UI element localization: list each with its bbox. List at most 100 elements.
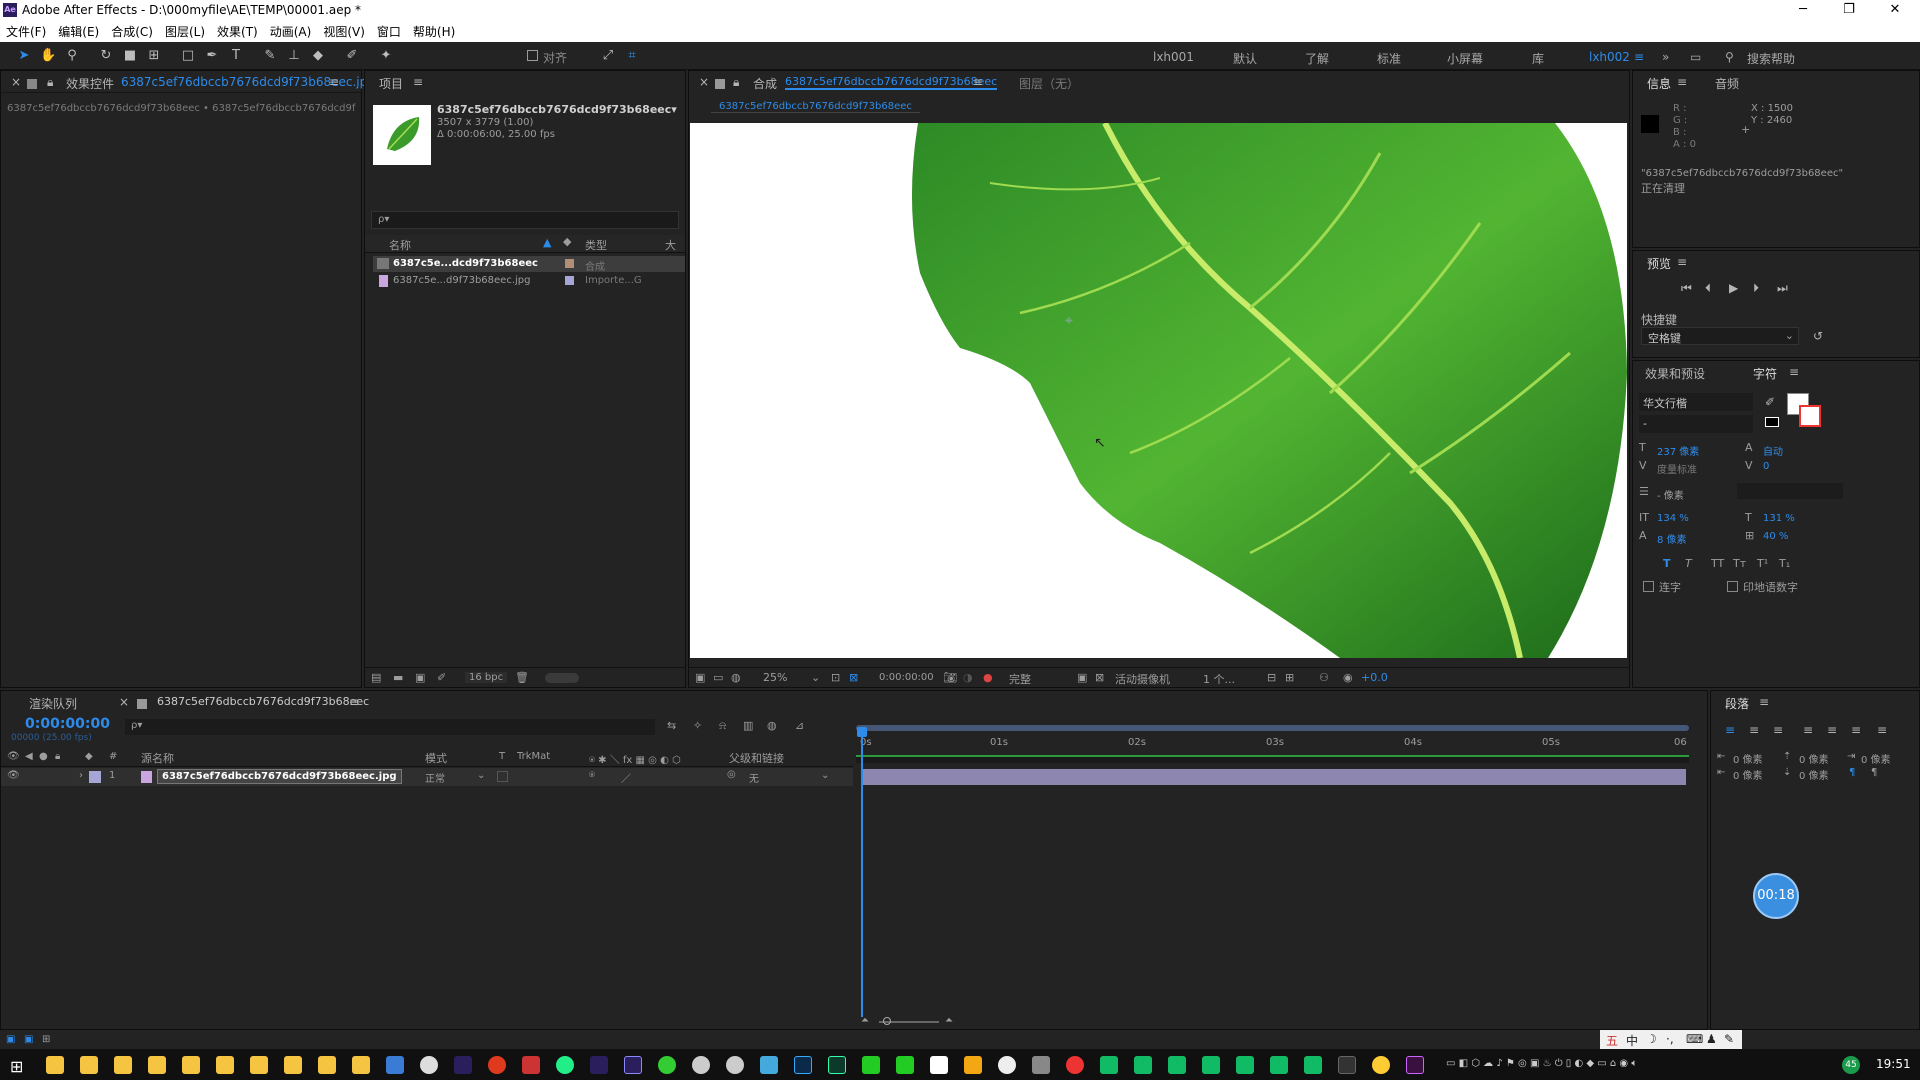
- app-icon[interactable]: [1304, 1056, 1322, 1074]
- paragraph-tab[interactable]: 段落: [1725, 695, 1749, 712]
- app-icon[interactable]: [1236, 1056, 1254, 1074]
- horizontal-scale-value[interactable]: 131 %: [1763, 513, 1795, 524]
- time-ruler[interactable]: 0s 01s 02s 03s 04s 05s 06: [856, 725, 1689, 765]
- menu-animation[interactable]: 动画(A): [264, 20, 318, 40]
- stroke-type-select[interactable]: [1737, 483, 1843, 499]
- in-out-icon[interactable]: ⊞: [42, 1034, 50, 1045]
- play-icon[interactable]: ▶: [1729, 281, 1738, 295]
- align-checkbox[interactable]: [527, 50, 538, 61]
- pick-whip-icon[interactable]: ◎: [727, 769, 736, 780]
- project-tab[interactable]: 项目: [379, 75, 403, 92]
- audition-icon[interactable]: [828, 1056, 846, 1074]
- comp-mini-flowchart-icon[interactable]: ⇆: [667, 719, 676, 732]
- fit-icon[interactable]: ⊡: [831, 671, 840, 684]
- windows-start-icon[interactable]: ⊞: [10, 1057, 23, 1076]
- app-icon[interactable]: [1168, 1056, 1186, 1074]
- minimize-button[interactable]: ─: [1780, 1, 1826, 19]
- folder-icon[interactable]: [284, 1056, 302, 1074]
- workspace-menu-icon[interactable]: ≡: [1634, 50, 1644, 64]
- timeline-timecode[interactable]: 0:00:00:00: [25, 716, 110, 732]
- safe-margins-icon[interactable]: ⊠: [849, 671, 858, 684]
- app-icon[interactable]: [1066, 1056, 1084, 1074]
- type-tool-icon[interactable]: T: [228, 48, 244, 64]
- toggle-pixel-icon[interactable]: ⊟: [1267, 671, 1276, 684]
- selection-tool-icon[interactable]: ➤: [16, 48, 32, 64]
- justify-center-icon[interactable]: ≡: [1827, 723, 1837, 737]
- tsume-value[interactable]: 40 %: [1763, 531, 1788, 542]
- render-queue-tab[interactable]: 渲染队列: [29, 695, 77, 712]
- label-color-swatch[interactable]: [565, 276, 574, 285]
- work-area-bar[interactable]: [856, 725, 1689, 731]
- system-tray-icons[interactable]: ▭ ◧ ⬡ ☁ ♪ ⚑ ◎ ▣ ♨ ⏻ ▯ ◐ ◆ ▭ ⌂ ◉ 🔈︎: [1446, 1058, 1637, 1069]
- menu-file[interactable]: 文件(F): [0, 20, 52, 40]
- folder-icon[interactable]: [46, 1056, 64, 1074]
- folder-icon[interactable]: [216, 1056, 234, 1074]
- layer-switches-icon[interactable]: ▣: [6, 1034, 15, 1045]
- exposure-value[interactable]: +0.0: [1361, 671, 1388, 684]
- workspace-lxh001[interactable]: lxh001: [1153, 50, 1194, 64]
- snap-icon[interactable]: ⤢: [600, 48, 616, 64]
- app-icon[interactable]: [556, 1056, 574, 1074]
- close-tab-icon[interactable]: ×: [699, 75, 709, 89]
- photoshop-icon[interactable]: [794, 1056, 812, 1074]
- browser-icon[interactable]: [420, 1056, 438, 1074]
- hand-tool-icon[interactable]: ✋: [40, 48, 56, 64]
- ime-bar[interactable]: 五 中 ☽ ·, ⌨ ♟ ✎: [1600, 1030, 1742, 1049]
- rotate-tool-icon[interactable]: ↻: [98, 48, 114, 64]
- workspace-small-screen[interactable]: 小屏幕: [1447, 50, 1483, 67]
- layer-label-swatch[interactable]: [89, 771, 101, 783]
- motion-blur-icon[interactable]: ◍: [767, 719, 777, 732]
- preserve-transparency-checkbox[interactable]: [497, 771, 508, 782]
- app-icon[interactable]: [1134, 1056, 1152, 1074]
- menu-composition[interactable]: 合成(C): [105, 20, 159, 40]
- app-icon[interactable]: [1100, 1056, 1118, 1074]
- vertical-scale-value[interactable]: 134 %: [1657, 513, 1689, 524]
- faux-bold-button[interactable]: T: [1663, 557, 1671, 570]
- layer-name[interactable]: 6387c5ef76dbccb7676dcd9f73b68eec.jpg: [157, 769, 402, 784]
- rtl-icon[interactable]: ¶: [1871, 767, 1877, 778]
- faux-italic-button[interactable]: T: [1685, 557, 1692, 570]
- chevron-down-icon[interactable]: ⌄: [477, 770, 485, 781]
- flowchart-icon[interactable]: ⚇: [1319, 671, 1329, 684]
- align-left-icon[interactable]: ≡: [1725, 723, 1735, 737]
- col-type[interactable]: 类型: [585, 237, 607, 253]
- effects-tab-label[interactable]: 效果控件: [66, 75, 114, 92]
- mode-col[interactable]: 模式: [425, 750, 447, 766]
- comp-tab-label[interactable]: 合成: [753, 75, 777, 92]
- app-icon[interactable]: [964, 1056, 982, 1074]
- effects-presets-tab[interactable]: 效果和预设: [1645, 365, 1705, 382]
- playhead-icon[interactable]: [857, 727, 867, 737]
- timeline-comp-tab[interactable]: 6387c5ef76dbccb7676dcd9f73b68eec: [157, 695, 369, 708]
- folder-icon[interactable]: [250, 1056, 268, 1074]
- last-frame-icon[interactable]: ⏭: [1777, 281, 1788, 296]
- pan-behind-tool-icon[interactable]: ⊞: [146, 48, 162, 64]
- visibility-toggle-icon[interactable]: 👁︎: [7, 770, 20, 781]
- delete-icon[interactable]: 🗑︎: [515, 671, 529, 684]
- brush-tool-icon[interactable]: ✎: [262, 48, 278, 64]
- reset-icon[interactable]: ↺: [1813, 329, 1823, 343]
- region-icon[interactable]: ▣: [1077, 671, 1087, 684]
- app-icon[interactable]: [1372, 1056, 1390, 1074]
- justify-all-icon[interactable]: ≡: [1877, 723, 1887, 737]
- indent-left-value[interactable]: 0 像素: [1733, 751, 1763, 766]
- recording-timer[interactable]: 00:18: [1753, 873, 1799, 919]
- menu-view[interactable]: 视图(V): [317, 20, 371, 40]
- shy-layers-icon[interactable]: ⍾: [719, 719, 726, 733]
- browser-icon[interactable]: [726, 1056, 744, 1074]
- rectangle-tool-icon[interactable]: □: [180, 48, 196, 64]
- pen-tool-icon[interactable]: ✒: [204, 48, 220, 64]
- font-style-select[interactable]: -: [1639, 415, 1753, 433]
- workspace-standard[interactable]: 标准: [1377, 50, 1401, 67]
- trkmat-col[interactable]: TrkMat: [517, 751, 550, 762]
- browser-icon[interactable]: [692, 1056, 710, 1074]
- app-icon[interactable]: [522, 1056, 540, 1074]
- app-icon[interactable]: [488, 1056, 506, 1074]
- search-help-input[interactable]: 搜索帮助: [1747, 50, 1795, 67]
- black-swatch[interactable]: [1765, 417, 1779, 427]
- ligatures-checkbox[interactable]: [1643, 581, 1654, 592]
- parent-select[interactable]: 无: [749, 770, 759, 785]
- folder-icon[interactable]: [114, 1056, 132, 1074]
- new-folder-icon[interactable]: ▬: [393, 671, 403, 684]
- tray-badge[interactable]: 45: [1842, 1056, 1860, 1074]
- menu-effect[interactable]: 效果(T): [211, 20, 264, 40]
